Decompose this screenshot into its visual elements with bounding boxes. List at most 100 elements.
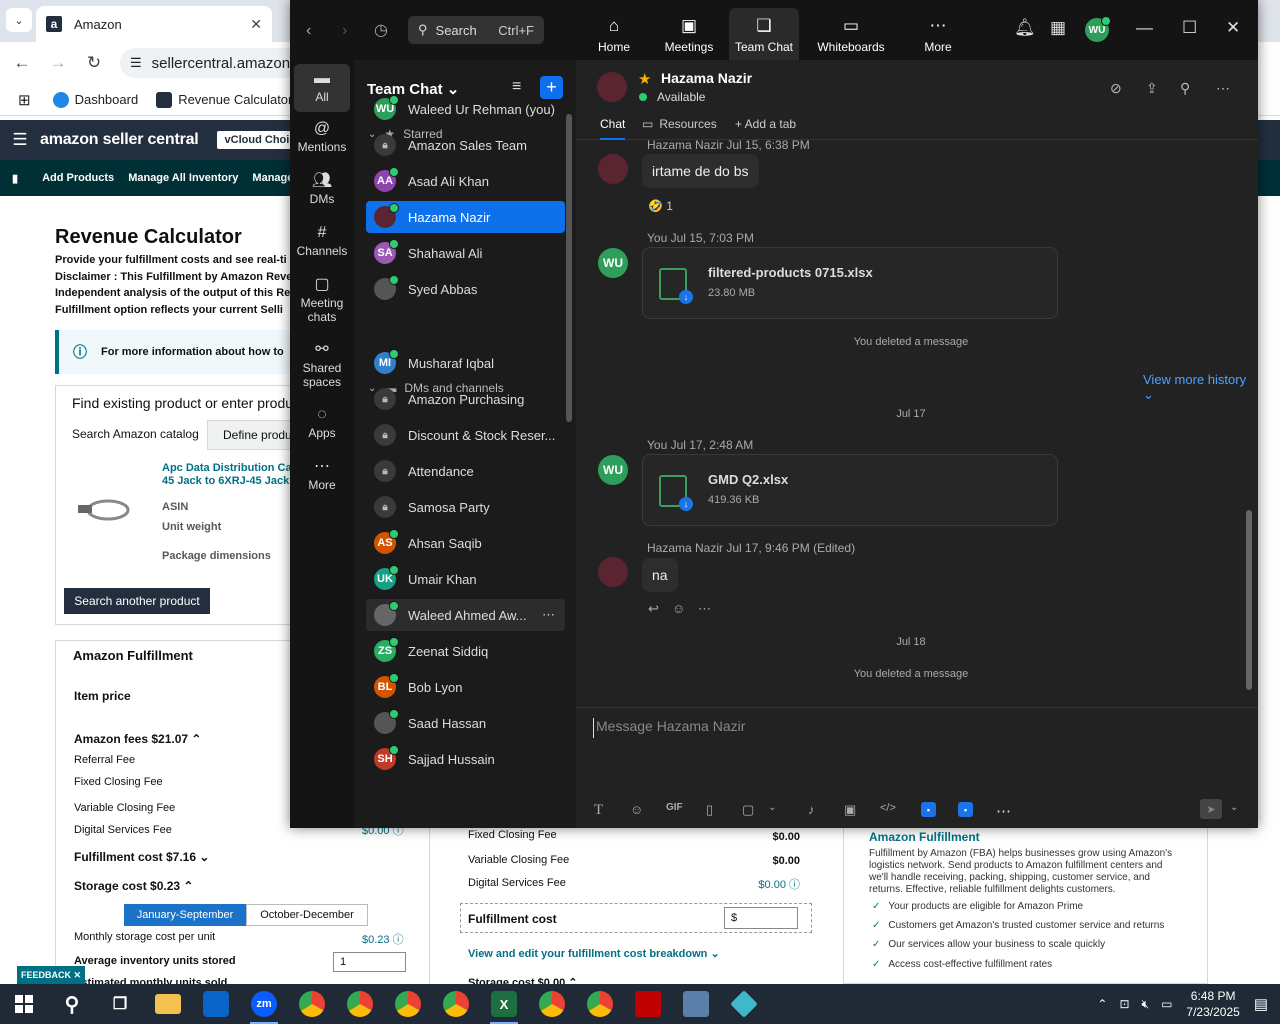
forward-arrow-icon[interactable]: →: [44, 49, 72, 77]
message-more-icon[interactable]: ⋯: [698, 601, 711, 617]
tab-define-product[interactable]: Define produ: [207, 420, 297, 450]
network-icon[interactable]: ▭: [1161, 997, 1172, 1011]
bookmark-icon[interactable]: ▮: [12, 172, 18, 185]
forward-icon[interactable]: ›: [342, 22, 347, 40]
taskbar-chrome-6[interactable]: [576, 984, 624, 1024]
minimize-icon[interactable]: —: [1136, 18, 1153, 38]
tab-chat[interactable]: Chat: [600, 117, 626, 140]
close-window-icon[interactable]: ✕: [1226, 18, 1240, 38]
tab-whiteboards[interactable]: ▭ Whiteboards: [813, 8, 889, 60]
reload-icon[interactable]: ↻: [80, 49, 108, 77]
taskbar-file-explorer[interactable]: [144, 984, 192, 1024]
tray-chevron-up-icon[interactable]: ⌃: [1097, 997, 1107, 1011]
tab-resources[interactable]: ▭ Resources: [642, 117, 717, 131]
view-edit-breakdown-link[interactable]: View and edit your fulfillment cost brea…: [468, 947, 720, 960]
tab-meetings[interactable]: ▣ Meetings: [660, 8, 718, 60]
taskbar-chrome-1[interactable]: [288, 984, 336, 1024]
back-icon[interactable]: ‹: [306, 22, 311, 40]
chat-list-item[interactable]: AA Asad Ali Khan: [366, 165, 565, 197]
tab-close-icon[interactable]: ✕: [250, 16, 262, 33]
composer-more-icon[interactable]: ⋯: [996, 802, 1011, 820]
chat-list-item[interactable]: WU Waleed Ur Rehman (you): [366, 93, 565, 125]
file-attachment-card[interactable]: GMD Q2.xlsx 419.36 KB: [642, 454, 1058, 526]
chat-list-item[interactable]: AS Ahsan Saqib: [366, 527, 565, 559]
fulfillment-cost-toggle[interactable]: Fulfillment cost $7.16 ⌄: [74, 850, 209, 864]
taskbar-outlook[interactable]: [192, 984, 240, 1024]
chat-list-item[interactable]: 🔒︎ Amazon Sales Team: [366, 129, 565, 161]
taskbar-calculator[interactable]: [672, 984, 720, 1024]
amazon-fees-toggle[interactable]: Amazon fees $21.07 ⌃: [74, 732, 201, 746]
zoom-search-box[interactable]: ⚲ Search Ctrl+F: [408, 16, 544, 44]
back-arrow-icon[interactable]: ←: [8, 49, 36, 77]
microphone-icon[interactable]: ♪: [808, 802, 815, 817]
message-input[interactable]: Message Hazama Nazir: [593, 718, 1193, 738]
rail-shared-spaces[interactable]: ⚯ Shared spaces: [294, 342, 350, 390]
contact-avatar[interactable]: [597, 72, 627, 102]
rail-apps[interactable]: ◌ Apps: [294, 407, 350, 441]
tab-search-amazon-catalog[interactable]: Search Amazon catalog: [57, 420, 207, 450]
nav-manage-inventory[interactable]: Manage All Inventory: [128, 172, 238, 184]
tab-more[interactable]: ⋯ More: [918, 8, 958, 60]
chat-list-item[interactable]: SH Sajjad Hussain: [366, 743, 565, 775]
bell-icon[interactable]: 🔔︎: [1014, 18, 1036, 38]
chat-list-item[interactable]: 🔒︎ Amazon Purchasing: [366, 383, 565, 415]
history-icon[interactable]: ◷: [374, 20, 388, 40]
file-icon[interactable]: ▯: [706, 802, 713, 818]
task-view-button[interactable]: ❐: [96, 984, 144, 1024]
start-button[interactable]: [0, 984, 48, 1024]
taskbar-clock[interactable]: 6:48 PM 7/23/2025: [1186, 988, 1239, 1020]
chat-list-item[interactable]: 🔒︎ Attendance: [366, 455, 565, 487]
share-screen-icon[interactable]: ⇪: [1146, 80, 1158, 97]
apps-grid-icon[interactable]: ⊞: [18, 91, 31, 109]
add-tab-button[interactable]: + Add a tab: [735, 117, 796, 131]
message-bubble[interactable]: irtame de do bs: [642, 154, 759, 188]
fulfillment-cost-input[interactable]: $: [724, 907, 798, 929]
chat-list-item[interactable]: Waleed Ahmed Aw... ⋯: [366, 599, 565, 631]
chat-list-item[interactable]: 🔒︎ Discount & Stock Reser...: [366, 419, 565, 451]
app-integration-icon[interactable]: ▪: [921, 802, 936, 817]
chat-list-item[interactable]: 🔒︎ Samosa Party: [366, 491, 565, 523]
zoom-docs-icon[interactable]: ▪: [958, 802, 973, 817]
search-icon[interactable]: ⚲: [1180, 80, 1190, 97]
message-bubble[interactable]: na: [642, 558, 678, 592]
volume-muted-icon[interactable]: 🔇︎: [1142, 997, 1150, 1012]
row-more-icon[interactable]: ⋯: [542, 607, 555, 623]
chat-list-item[interactable]: Syed Abbas: [366, 273, 565, 305]
amazon-logo[interactable]: amazon seller central: [40, 131, 199, 149]
avg-inventory-input[interactable]: 1: [333, 952, 406, 972]
message-avatar[interactable]: WU: [598, 248, 628, 278]
storage-cost-toggle[interactable]: Storage cost $0.23 ⌃: [74, 879, 193, 893]
send-button[interactable]: ➤: [1200, 799, 1222, 819]
chat-list-item[interactable]: MI Musharaf Iqbal: [366, 347, 565, 379]
search-another-product-button[interactable]: Search another product: [64, 588, 210, 614]
taskbar-search[interactable]: ⚲: [48, 984, 96, 1024]
send-options-chevron-icon[interactable]: ⌄: [1230, 802, 1238, 813]
taskbar-chrome-4[interactable]: [432, 984, 480, 1024]
rail-meeting-chats[interactable]: ▢ Meeting chats: [294, 277, 350, 325]
mid-storage-cost-toggle[interactable]: Storage cost $0.00 ⌃: [468, 976, 577, 984]
chat-list-item[interactable]: SA Shahawal Ali: [366, 237, 565, 269]
taskbar-app-diamond[interactable]: [720, 984, 768, 1024]
feedback-button[interactable]: FEEDBACK ✕: [17, 966, 85, 984]
message-avatar[interactable]: WU: [598, 455, 628, 485]
product-name-link[interactable]: Apc Data Distribution Ca 45 Jack to 6XRJ…: [162, 462, 292, 488]
hamburger-menu-icon[interactable]: ☰: [0, 130, 40, 150]
video-off-icon[interactable]: ⊘: [1110, 80, 1122, 97]
rail-channels[interactable]: # Channels: [294, 225, 350, 259]
screenshot-chevron-icon[interactable]: ⌄: [768, 802, 776, 813]
emoji-icon[interactable]: ☺: [630, 802, 643, 817]
chat-list-item[interactable]: Hazama Nazir: [366, 201, 565, 233]
browser-tab-amazon[interactable]: a Amazon ✕: [36, 6, 272, 42]
maximize-icon[interactable]: ☐: [1182, 18, 1197, 38]
add-reaction-icon[interactable]: ☺: [672, 601, 685, 616]
tab-search-chevron-icon[interactable]: ⌄: [6, 8, 32, 32]
star-filled-icon[interactable]: ★: [638, 70, 651, 88]
rail-mentions[interactable]: @ Mentions: [294, 121, 350, 155]
taskbar-chrome-5[interactable]: [528, 984, 576, 1024]
season-january-september[interactable]: January-September: [124, 904, 246, 926]
conversation-scrollbar[interactable]: [1246, 510, 1252, 690]
notifications-icon[interactable]: ▤: [1254, 995, 1268, 1013]
code-snippet-icon[interactable]: </>: [880, 802, 896, 814]
chat-list-item[interactable]: Saad Hassan: [366, 707, 565, 739]
season-october-december[interactable]: October-December: [246, 904, 368, 926]
